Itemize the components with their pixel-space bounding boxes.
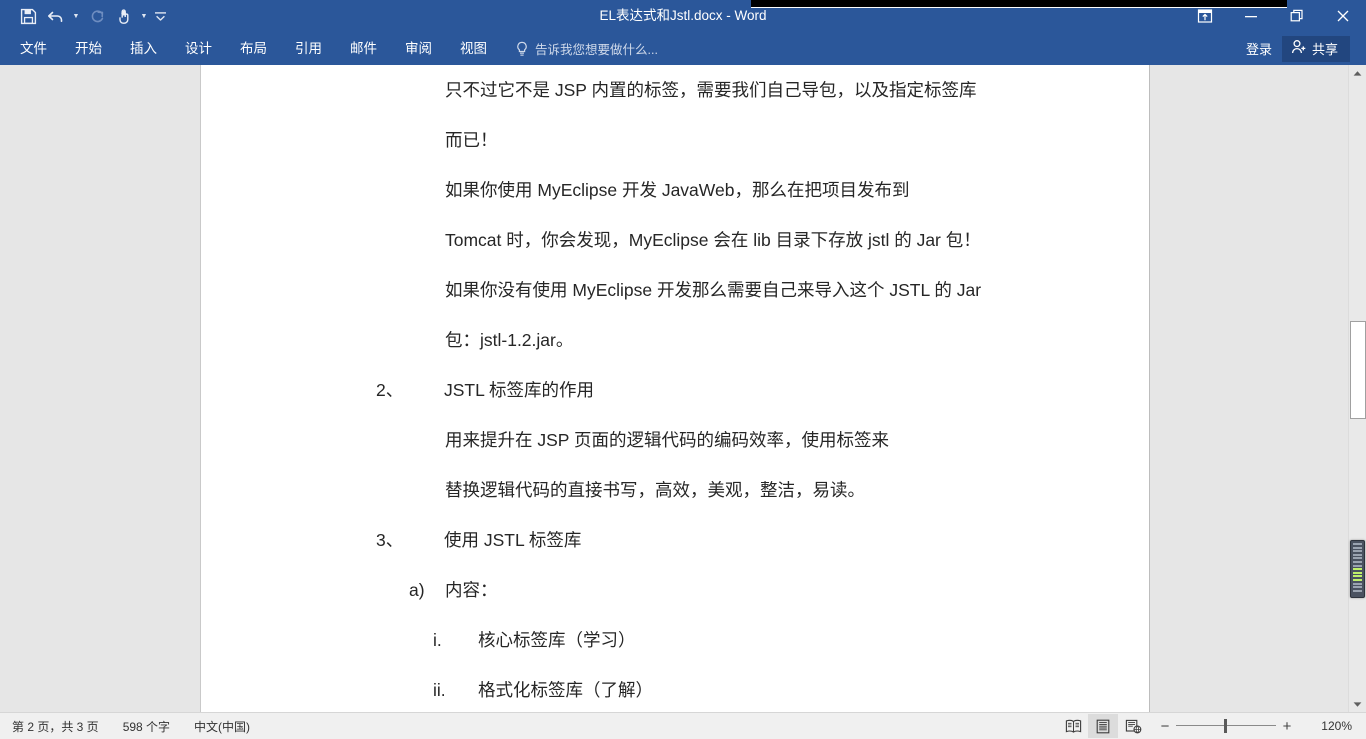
battery-bar [1353, 575, 1362, 578]
ribbon-display-options-icon[interactable] [1182, 0, 1228, 32]
battery-bar [1353, 586, 1362, 589]
document-list-item: 2、 JSTL 标签库的作用 [201, 365, 1149, 415]
ribbon-tab-row: 文件 开始 插入 设计 布局 引用 邮件 审阅 视图 告诉我您想要做什么... … [0, 32, 1366, 65]
list-item-text: 核心标签库（学习） [478, 630, 636, 650]
document-body[interactable]: 只不过它不是 JSP 内置的标签，需要我们自己导包，以及指定标签库 而已！ 如果你… [201, 65, 1149, 713]
page-info[interactable]: 第 2 页，共 3 页 [0, 718, 111, 735]
tab-home[interactable]: 开始 [61, 32, 116, 65]
battery-bar [1353, 550, 1362, 553]
document-workspace[interactable]: 只不过它不是 JSP 内置的标签，需要我们自己导包，以及指定标签库 而已！ 如果你… [0, 65, 1366, 713]
document-paragraph: 只不过它不是 JSP 内置的标签，需要我们自己导包，以及指定标签库 [445, 80, 977, 100]
battery-bar [1353, 557, 1362, 560]
list-item-text: 格式化标签库（了解） [478, 680, 653, 700]
tab-review[interactable]: 审阅 [391, 32, 446, 65]
tab-insert[interactable]: 插入 [116, 32, 171, 65]
battery-bar [1353, 543, 1362, 545]
undo-icon[interactable] [42, 3, 70, 29]
tab-file[interactable]: 文件 [6, 32, 61, 65]
word-count[interactable]: 598 个字 [111, 718, 182, 735]
person-add-icon [1291, 39, 1307, 58]
document-list-item: 3、 使用 JSTL 标签库 [201, 515, 1149, 565]
ribbon-right-actions: 登录 共享 [1236, 32, 1366, 65]
scroll-down-icon[interactable] [1349, 696, 1366, 713]
customize-qat-icon[interactable] [150, 3, 170, 29]
share-label: 共享 [1311, 42, 1338, 57]
document-paragraph: 如果你没有使用 MyEclipse 开发那么需要自己来导入这个 JSTL 的 J… [445, 280, 982, 300]
battery-bar [1353, 553, 1362, 556]
close-icon[interactable] [1320, 0, 1366, 32]
title-bar: ▼ ▼ EL表达式和Jstl.docx - Word [0, 0, 1366, 32]
share-button[interactable]: 共享 [1281, 35, 1350, 62]
undo-dropdown-icon[interactable]: ▼ [70, 3, 82, 29]
document-paragraph: 包：jstl-1.2.jar。 [445, 330, 574, 350]
list-marker: i. [433, 630, 442, 650]
touch-mode-icon[interactable] [110, 3, 138, 29]
status-left-group: 第 2 页，共 3 页 598 个字 中文(中国) [0, 718, 262, 735]
battery-bar [1353, 589, 1362, 592]
document-page[interactable]: 只不过它不是 JSP 内置的标签，需要我们自己导包，以及指定标签库 而已！ 如果你… [200, 65, 1150, 713]
list-item-text: 内容： [445, 580, 498, 600]
zoom-in-button[interactable]: + [1276, 718, 1298, 735]
restore-icon[interactable] [1274, 0, 1320, 32]
document-paragraph: Tomcat 时，你会发现，MyEclipse 会在 lib 目录下存放 jst… [445, 230, 981, 250]
touch-mode-dropdown-icon[interactable]: ▼ [138, 3, 150, 29]
zoom-slider[interactable] [1176, 718, 1276, 734]
battery-bar [1353, 578, 1362, 581]
tab-design[interactable]: 设计 [171, 32, 226, 65]
web-layout-icon[interactable] [1118, 714, 1148, 738]
tab-layout[interactable]: 布局 [226, 32, 281, 65]
document-paragraph: 替换逻辑代码的直接书写，高效，美观，整洁，易读。 [445, 480, 865, 500]
document-paragraph: 用来提升在 JSP 页面的逻辑代码的编码效率，使用标签来 [445, 430, 890, 450]
lightbulb-icon [515, 41, 529, 57]
zoom-slider-thumb[interactable] [1224, 719, 1227, 733]
read-mode-icon[interactable] [1058, 714, 1088, 738]
print-layout-icon[interactable] [1088, 714, 1118, 738]
quick-access-toolbar: ▼ ▼ [14, 0, 170, 32]
sign-in-button[interactable]: 登录 [1236, 39, 1282, 58]
word-application-window: ▼ ▼ EL表达式和Jstl.docx - Word 文件 开始 插入 设计 布… [0, 0, 1366, 739]
zoom-control[interactable]: − + [1154, 718, 1298, 735]
vertical-scrollbar[interactable] [1348, 65, 1366, 713]
scroll-up-icon[interactable] [1349, 65, 1366, 82]
document-list-item: i. 核心标签库（学习） [201, 615, 1149, 665]
list-item-text: JSTL 标签库的作用 [444, 380, 595, 400]
document-paragraph: 而已！ [445, 130, 498, 150]
tell-me-label: 告诉我您想要做什么... [535, 43, 658, 57]
battery-bar [1353, 546, 1362, 549]
tab-references[interactable]: 引用 [281, 32, 336, 65]
battery-bar [1353, 564, 1362, 567]
status-right-group: − + 120% [1058, 713, 1366, 739]
battery-indicator-overlay [1350, 540, 1365, 598]
list-marker: 2、 [376, 380, 404, 400]
tell-me-search[interactable]: 告诉我您想要做什么... [515, 39, 658, 58]
battery-bar [1353, 571, 1362, 574]
save-icon[interactable] [14, 3, 42, 29]
language-indicator[interactable]: 中文(中国) [182, 718, 262, 735]
document-list-item: a) 内容： [201, 565, 1149, 615]
list-marker: ii. [433, 680, 446, 700]
battery-bar [1353, 560, 1362, 563]
document-paragraph: 如果你使用 MyEclipse 开发 JavaWeb，那么在把项目发布到 [445, 180, 910, 200]
list-item-text: 使用 JSTL 标签库 [444, 530, 582, 550]
list-marker: a) [409, 580, 425, 600]
zoom-level[interactable]: 120% [1302, 719, 1366, 733]
window-controls [1182, 0, 1366, 32]
list-marker: 3、 [376, 530, 404, 550]
scrollbar-thumb[interactable] [1350, 321, 1366, 419]
battery-bar [1353, 582, 1362, 585]
redo-icon[interactable] [82, 3, 110, 29]
tab-view[interactable]: 视图 [446, 32, 501, 65]
document-list-item: ii. 格式化标签库（了解） [201, 665, 1149, 713]
zoom-out-button[interactable]: − [1154, 718, 1176, 735]
minimize-icon[interactable] [1228, 0, 1274, 32]
battery-bar [1353, 568, 1362, 571]
status-bar: 第 2 页，共 3 页 598 个字 中文(中国) − + 120% [0, 712, 1366, 739]
tab-mailings[interactable]: 邮件 [336, 32, 391, 65]
